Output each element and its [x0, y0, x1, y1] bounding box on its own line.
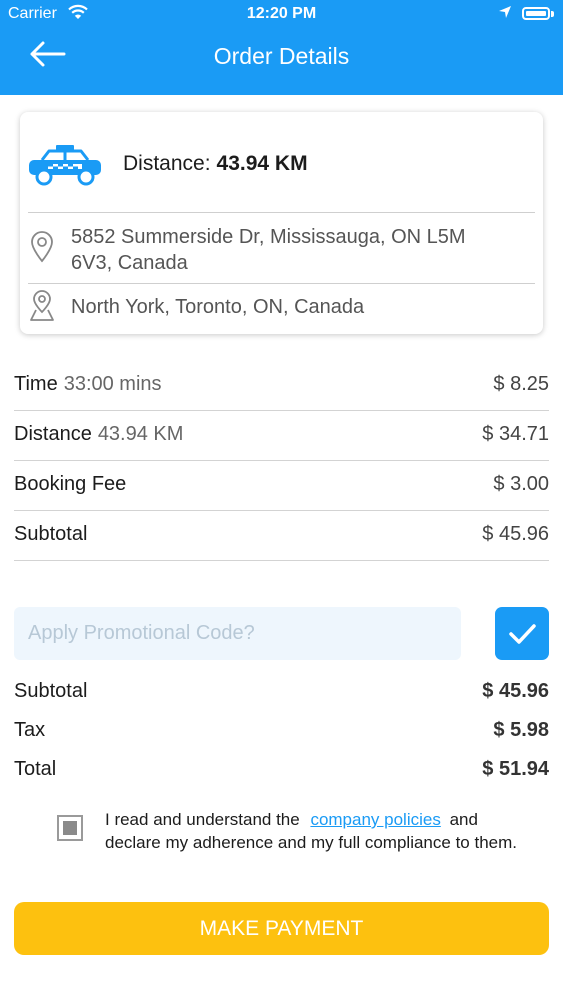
summary-amount: $ 45.96	[482, 680, 549, 702]
fare-amount: $ 34.71	[482, 423, 549, 445]
divider	[28, 283, 535, 284]
summary-amount: $ 5.98	[493, 719, 549, 741]
distance-label: Distance:	[123, 152, 211, 175]
trip-card: Distance: 43.94 KM 5852 Summerside Dr, Mi…	[20, 112, 543, 334]
agreement-checkbox[interactable]	[57, 815, 83, 841]
taxi-icon	[26, 144, 104, 186]
fare-amount: $ 8.25	[493, 373, 549, 395]
page-title: Order Details	[213, 43, 350, 69]
fare-detail: 33:00 mins	[63, 373, 162, 395]
checkmark-icon	[509, 624, 536, 644]
promo-code-input[interactable]	[14, 607, 461, 660]
make-payment-button[interactable]: MAKE PAYMENT	[14, 902, 549, 955]
fare-row-booking-fee: Booking Fee $ 3.00	[14, 460, 549, 511]
status-bar: Carrier 12:20 PM	[0, 0, 563, 30]
distance-summary: Distance: 43.94 KM	[123, 152, 308, 176]
header-bar: Carrier 12:20 PM Order Details	[0, 0, 563, 95]
apply-promo-button[interactable]	[495, 607, 549, 660]
company-policies-link[interactable]: company policies	[310, 810, 440, 829]
distance-value: 43.94 KM	[216, 152, 308, 175]
summary-row-tax: Tax $ 5.98	[14, 719, 549, 747]
pickup-address: 5852 Summerside Dr, Mississauga, ON L5M …	[71, 226, 466, 274]
fare-row-subtotal: Subtotal $ 45.96	[14, 510, 549, 561]
fare-label: Distance	[14, 423, 92, 445]
fare-label: Subtotal	[14, 523, 88, 545]
divider	[28, 212, 535, 213]
dropoff-pin-icon	[29, 290, 55, 322]
agreement-text-before: I read and understand the	[105, 810, 300, 829]
summary-row-subtotal: Subtotal $ 45.96	[14, 680, 549, 708]
fare-row-time: Time 33:00 mins $ 8.25	[14, 360, 549, 411]
battery-icon	[522, 7, 550, 20]
summary-label: Subtotal	[14, 680, 88, 702]
fare-row-distance: Distance 43.94 KM $ 34.71	[14, 410, 549, 461]
fare-label: Time	[14, 373, 58, 395]
dropoff-address: North York, Toronto, ON, Canada	[71, 296, 365, 318]
fare-detail: 43.94 KM	[97, 423, 184, 445]
fare-label: Booking Fee	[14, 473, 127, 495]
fare-amount: $ 3.00	[493, 473, 549, 495]
status-time: 12:20 PM	[246, 5, 317, 22]
summary-label: Total	[14, 758, 57, 780]
summary-label: Tax	[14, 719, 46, 741]
summary-amount: $ 51.94	[482, 758, 549, 780]
summary-row-total: Total $ 51.94	[14, 758, 549, 786]
location-arrow-icon	[498, 5, 512, 24]
agreement-text: I read and understand the company polici…	[105, 808, 535, 854]
pickup-pin-icon	[29, 231, 55, 263]
fare-amount: $ 45.96	[482, 523, 549, 545]
